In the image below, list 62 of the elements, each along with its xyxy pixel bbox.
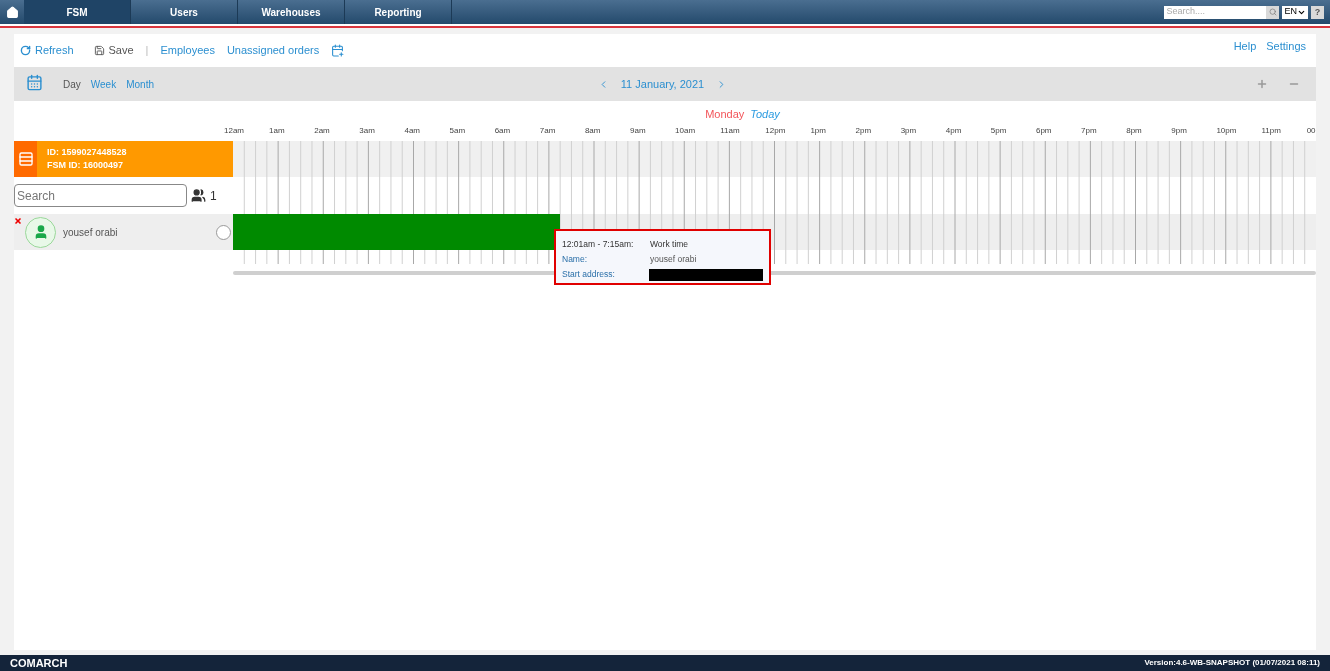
hour-label: 11pm <box>1261 125 1282 137</box>
toolbar-link[interactable]: Employees <box>160 42 215 59</box>
hour-label: 7pm <box>1081 125 1098 137</box>
calendar-icon[interactable] <box>26 73 43 91</box>
zoom-in-icon[interactable] <box>1256 78 1268 90</box>
brand-logo: COMARCH <box>10 655 68 671</box>
hour-label: 10pm <box>1216 125 1238 137</box>
tooltip-title: Work time <box>650 238 689 251</box>
employee-search-field[interactable]: Search <box>14 184 187 207</box>
hour-label: 5pm <box>990 125 1008 137</box>
refresh-button[interactable]: Refresh <box>20 42 74 59</box>
tooltip-label: Start address: <box>562 268 616 281</box>
remove-icon[interactable] <box>14 217 22 225</box>
hour-label: 4am <box>404 125 421 137</box>
calendar-add-icon[interactable] <box>331 44 345 57</box>
hour-label: 6am <box>494 125 512 137</box>
save-icon <box>93 45 105 56</box>
hour-label: 10am <box>675 125 697 137</box>
tooltip-time: 12:01am - 7:15am: <box>562 238 635 251</box>
group-icon <box>191 188 206 203</box>
hour-label: 11am <box>720 125 741 137</box>
hour-label: 8pm <box>1126 125 1143 137</box>
nav-tab[interactable]: FSM <box>24 0 131 24</box>
hour-label: 8am <box>584 125 602 137</box>
version-label: Version:4.6-WB-SNAPSHOT (01/07/2021 08:11) <box>1144 657 1320 669</box>
language-select[interactable]: EN <box>1282 5 1308 19</box>
hour-label: 1am <box>269 125 286 137</box>
toolbar-link[interactable]: Help <box>1233 38 1257 55</box>
hour-label: 3am <box>359 125 376 137</box>
search-field[interactable]: Search.... <box>1164 5 1267 19</box>
resource-fsm-id: FSM ID: 16000497 <box>47 159 125 172</box>
hour-label: 12pm <box>765 125 787 137</box>
hour-label: 00 <box>1306 125 1316 137</box>
view-tab[interactable]: Day <box>63 76 81 92</box>
employee-count: 1 <box>210 187 217 205</box>
hour-label: 12am <box>224 125 245 137</box>
hour-label: 9am <box>630 125 647 137</box>
hour-label: 2pm <box>855 125 873 137</box>
hour-label: 9pm <box>1171 125 1188 137</box>
day-label: Monday <box>705 107 745 121</box>
resource-id: ID: 1599027448528 <box>47 146 127 159</box>
tooltip-value: yousef orabi <box>650 253 697 266</box>
today-label: Today <box>750 107 780 121</box>
hour-label: 7am <box>539 125 557 137</box>
hour-label: 1pm <box>810 125 827 137</box>
save-button[interactable]: Save <box>93 42 134 59</box>
hour-label: 2am <box>314 125 331 137</box>
date-label: 11 January, 2021 <box>620 76 705 92</box>
toolbar-link[interactable]: Settings <box>1266 38 1306 55</box>
hour-label: 5am <box>449 125 467 137</box>
toolbar-link[interactable]: Unassigned orders <box>226 42 320 59</box>
help-button[interactable]: ? <box>1311 5 1324 19</box>
search-icon[interactable] <box>1266 5 1280 19</box>
refresh-icon <box>20 45 31 56</box>
separator: | <box>145 43 149 59</box>
hour-label: 6pm <box>1035 125 1053 137</box>
hour-label: 4pm <box>945 125 963 137</box>
employee-name: yousef orabi <box>63 225 119 240</box>
hour-label: 3pm <box>900 125 918 137</box>
employee-row[interactable]: yousef orabi <box>14 214 233 250</box>
avatar-icon <box>25 216 56 248</box>
tooltip-label: Name: <box>562 253 589 266</box>
